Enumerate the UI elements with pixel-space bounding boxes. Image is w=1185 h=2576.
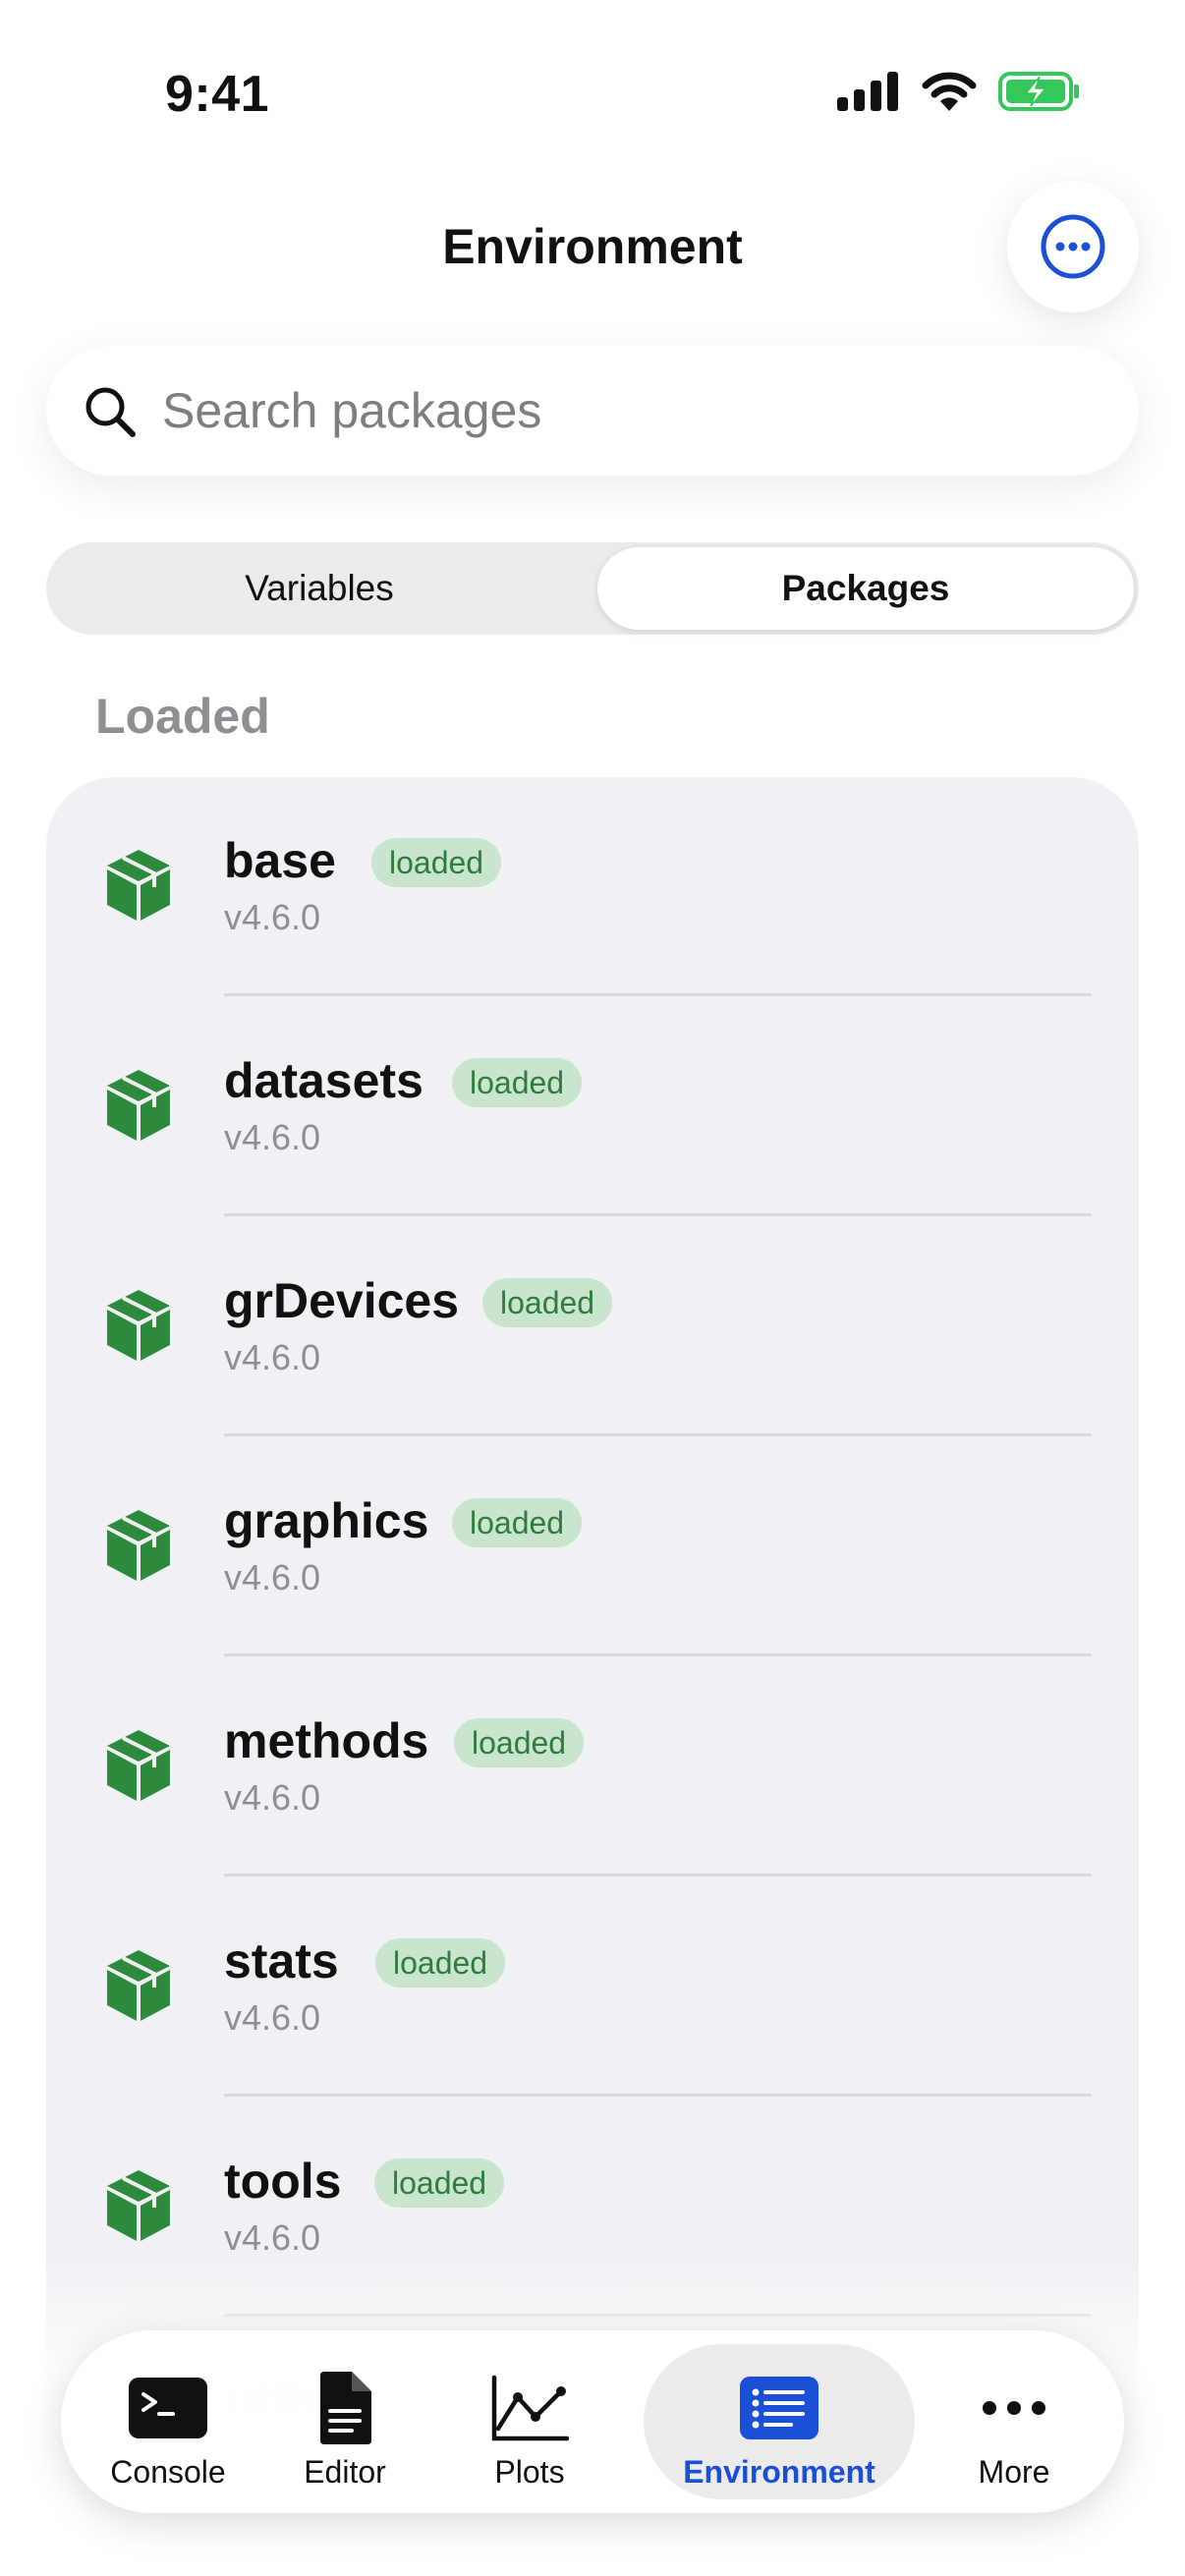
row-divider [224, 1874, 1092, 1876]
row-divider [224, 1433, 1092, 1436]
package-row[interactable]: graphics loaded v4.6.0 [46, 1437, 1139, 1657]
package-version: v4.6.0 [224, 1337, 321, 1377]
package-box-icon [107, 1950, 170, 2021]
tab-console[interactable]: Console [83, 2330, 254, 2513]
list-icon [740, 2377, 818, 2439]
package-box-icon [107, 1730, 170, 1801]
package-row[interactable]: base loaded v4.6.0 [46, 777, 1139, 997]
row-divider [224, 993, 1092, 996]
package-row[interactable]: methods loaded v4.6.0 [46, 1657, 1139, 1877]
tab-plots[interactable]: Plots [456, 2330, 603, 2513]
ellipsis-icon [983, 2401, 1045, 2415]
package-box-icon [107, 850, 170, 921]
status-badge: loaded [452, 1058, 583, 1107]
status-badge: loaded [454, 1718, 585, 1767]
tab-console-label: Console [110, 2454, 226, 2490]
tab-more-label: More [978, 2454, 1050, 2490]
package-box-icon [107, 1070, 170, 1141]
package-version: v4.6.0 [224, 1997, 321, 2038]
package-name: base [224, 833, 336, 888]
terminal-icon [129, 2378, 207, 2438]
package-version: v4.6.0 [224, 1777, 321, 1818]
status-badge: loaded [452, 1498, 583, 1547]
package-box-icon [107, 1290, 170, 1361]
row-divider [224, 1653, 1092, 1656]
line-chart-icon [491, 2375, 569, 2441]
package-name: graphics [224, 1493, 429, 1548]
status-badge: loaded [371, 838, 502, 887]
package-box-icon [107, 2170, 170, 2241]
row-divider [224, 1213, 1092, 1216]
package-row[interactable]: datasets loaded v4.6.0 [46, 997, 1139, 1217]
status-icons [837, 71, 1081, 112]
package-version: v4.6.0 [224, 2217, 321, 2258]
package-version: v4.6.0 [224, 1117, 321, 1157]
environment-screen: 9:41 Environment Search packages Variabl… [0, 0, 1185, 2576]
more-options-button[interactable] [1007, 181, 1139, 312]
tab-bar: Console Editor Plots Environment More [61, 2330, 1124, 2513]
segmented-control: Variables Packages [46, 542, 1139, 635]
cellular-signal-icon [837, 72, 898, 111]
tab-packages[interactable]: Packages [597, 547, 1134, 630]
section-header-loaded: Loaded [95, 689, 270, 744]
package-name: grDevices [224, 1273, 460, 1328]
search-input[interactable] [162, 346, 1105, 476]
battery-charging-icon [998, 72, 1079, 111]
package-name: stats [224, 1933, 339, 1988]
package-box-icon [107, 1510, 170, 1581]
package-name: datasets [224, 1053, 423, 1108]
status-badge: loaded [374, 2158, 505, 2208]
tab-editor[interactable]: Editor [279, 2330, 411, 2513]
package-row[interactable]: grDevices loaded v4.6.0 [46, 1217, 1139, 1437]
status-time: 9:41 [165, 66, 270, 123]
tab-environment-label: Environment [683, 2454, 875, 2490]
package-name: tools [224, 2154, 342, 2209]
search-icon [85, 387, 136, 437]
tab-editor-label: Editor [304, 2454, 386, 2490]
tab-environment[interactable]: Environment [644, 2330, 915, 2513]
wifi-icon [922, 72, 977, 111]
tab-plots-label: Plots [494, 2454, 565, 2490]
status-badge: loaded [375, 1938, 506, 1988]
package-name: methods [224, 1713, 429, 1768]
package-version: v4.6.0 [224, 1557, 321, 1597]
search-bar[interactable] [46, 346, 1139, 476]
status-bar: 9:41 [0, 0, 1185, 187]
ellipsis-circle-icon [1041, 214, 1105, 279]
tab-variables[interactable]: Variables [51, 547, 588, 630]
package-row[interactable]: stats loaded v4.6.0 [46, 1877, 1139, 2098]
row-divider [224, 2094, 1092, 2097]
tab-more[interactable]: More [947, 2330, 1081, 2513]
status-badge: loaded [482, 1278, 613, 1327]
package-version: v4.6.0 [224, 897, 321, 937]
document-icon [320, 2372, 371, 2444]
